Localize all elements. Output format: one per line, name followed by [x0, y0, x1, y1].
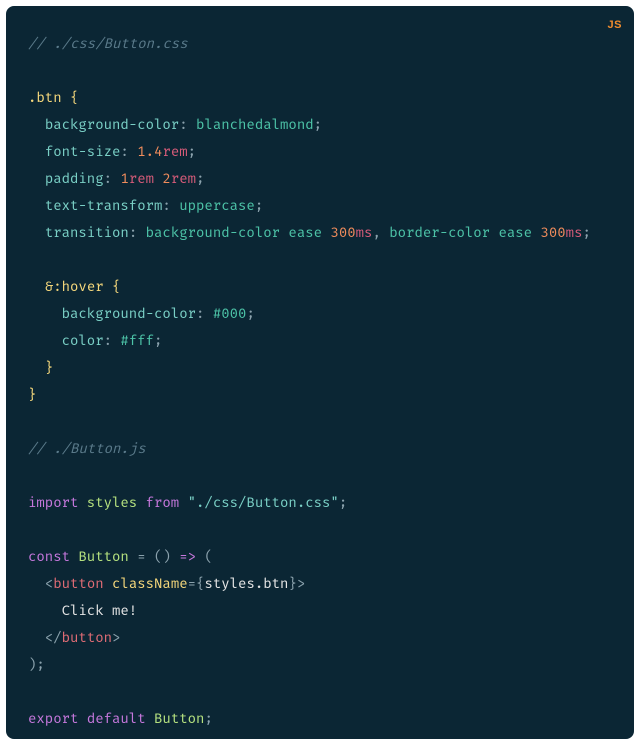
nest-amp: & — [45, 278, 53, 295]
code-block: JS // ./css/Button.css .btn { background… — [6, 6, 634, 739]
colon: : — [179, 116, 196, 133]
angle-open-slash: </ — [45, 629, 62, 646]
equals: = — [137, 548, 145, 565]
number: 300 — [540, 224, 565, 241]
semicolon: ; — [154, 332, 162, 349]
semicolon: ; — [188, 143, 196, 160]
jsx-tag: button — [62, 629, 112, 646]
paren: ( — [204, 548, 212, 565]
angle-close: > — [297, 575, 305, 592]
space — [171, 548, 179, 565]
jsx-tag: button — [53, 575, 103, 592]
semicolon: ; — [314, 116, 322, 133]
colon: : — [120, 143, 137, 160]
space — [104, 575, 112, 592]
colon: : — [162, 197, 179, 214]
space — [179, 494, 187, 511]
unit: rem — [162, 143, 187, 160]
semicolon: ; — [339, 494, 347, 511]
css-prop: background-color — [45, 116, 179, 133]
colon: : — [196, 305, 213, 322]
css-prop: text-transform — [45, 197, 163, 214]
jsx-attr: className — [112, 575, 188, 592]
brace-close: } — [45, 359, 53, 376]
unit: rem — [171, 170, 196, 187]
comma: , — [372, 224, 389, 241]
brace-close: } — [28, 386, 36, 403]
unit: ms — [566, 224, 583, 241]
jsx-text: Click me! — [62, 602, 138, 619]
code-content: // ./css/Button.css .btn { background-co… — [28, 30, 612, 732]
identifier: styles — [78, 494, 145, 511]
number: 300 — [330, 224, 355, 241]
css-prop: background-color — [62, 305, 196, 322]
number: 1 — [120, 170, 128, 187]
css-prop: transition — [45, 224, 129, 241]
space — [78, 710, 86, 727]
keyword-from: from — [146, 494, 180, 511]
pseudo: :hover — [53, 278, 103, 295]
semicolon: ; — [246, 305, 254, 322]
number: 1.4 — [137, 143, 162, 160]
angle-open: < — [45, 575, 53, 592]
brace-open: { — [104, 278, 121, 295]
code-comment: // ./css/Button.css — [28, 35, 188, 52]
css-prop: font-size — [45, 143, 121, 160]
arrow: => — [179, 548, 196, 565]
semicolon: ; — [36, 656, 44, 673]
paren: ) — [162, 548, 170, 565]
colon: : — [104, 170, 121, 187]
semicolon: ; — [582, 224, 590, 241]
number: 2 — [162, 170, 170, 187]
keyword-default: default — [87, 710, 146, 727]
equals: = — [188, 575, 196, 592]
css-value: background-color ease — [146, 224, 331, 241]
keyword-import: import — [28, 494, 78, 511]
semicolon: ; — [255, 197, 263, 214]
identifier: Button — [154, 710, 204, 727]
identifier: Button — [78, 548, 128, 565]
brace-open: { — [62, 89, 79, 106]
css-value: #fff — [120, 332, 154, 349]
string: "./css/Button.css" — [188, 494, 339, 511]
css-value: blanchedalmond — [196, 116, 314, 133]
space — [146, 710, 154, 727]
css-prop: color — [62, 332, 104, 349]
image-frame: JS // ./css/Button.css .btn { background… — [0, 0, 640, 745]
jsx-expr: styles.btn — [204, 575, 288, 592]
semicolon: ; — [196, 170, 204, 187]
unit: ms — [356, 224, 373, 241]
colon: : — [104, 332, 121, 349]
colon: : — [129, 224, 146, 241]
angle-close: > — [112, 629, 120, 646]
unit: rem — [129, 170, 154, 187]
css-selector: .btn — [28, 89, 62, 106]
css-value: #000 — [213, 305, 247, 322]
keyword-export: export — [28, 710, 78, 727]
css-value: uppercase — [179, 197, 255, 214]
keyword-const: const — [28, 548, 70, 565]
space — [146, 548, 154, 565]
brace: } — [288, 575, 296, 592]
css-value: border-color ease — [389, 224, 540, 241]
semicolon: ; — [204, 710, 212, 727]
language-badge: JS — [608, 12, 622, 39]
space — [129, 548, 137, 565]
code-comment: // ./Button.js — [28, 440, 146, 457]
css-prop: padding — [45, 170, 104, 187]
